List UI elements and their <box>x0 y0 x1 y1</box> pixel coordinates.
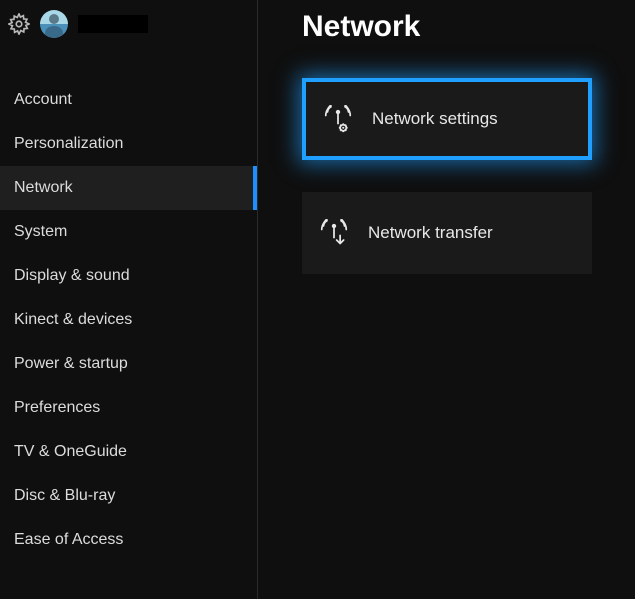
sidebar-item-label: Ease of Access <box>14 531 123 548</box>
sidebar: Account Personalization Network System D… <box>0 0 258 599</box>
sidebar-item-personalization[interactable]: Personalization <box>0 122 257 166</box>
sidebar-item-label: Personalization <box>14 135 123 152</box>
sidebar-item-account[interactable]: Account <box>0 78 257 122</box>
sidebar-item-disc-bluray[interactable]: Disc & Blu-ray <box>0 474 257 518</box>
main-panel: Network Network settings <box>258 0 635 599</box>
sidebar-item-label: System <box>14 223 67 240</box>
sidebar-header <box>0 0 257 48</box>
sidebar-item-preferences[interactable]: Preferences <box>0 386 257 430</box>
gear-icon[interactable] <box>8 13 30 35</box>
tile-network-transfer[interactable]: Network transfer <box>302 192 592 274</box>
sidebar-item-label: Account <box>14 91 72 108</box>
page-title: Network <box>302 10 635 44</box>
tile-label: Network settings <box>372 109 498 129</box>
antenna-down-icon <box>320 219 348 247</box>
sidebar-item-label: TV & OneGuide <box>14 443 127 460</box>
tile-network-settings[interactable]: Network settings <box>302 78 592 160</box>
sidebar-item-ease-of-access[interactable]: Ease of Access <box>0 518 257 562</box>
sidebar-item-label: Network <box>14 179 73 196</box>
sidebar-item-label: Preferences <box>14 399 100 416</box>
sidebar-item-network[interactable]: Network <box>0 166 257 210</box>
sidebar-item-label: Disc & Blu-ray <box>14 487 115 504</box>
tile-label: Network transfer <box>368 223 493 243</box>
sidebar-item-label: Display & sound <box>14 267 130 284</box>
tiles: Network settings Network transfer <box>302 78 635 274</box>
sidebar-item-system[interactable]: System <box>0 210 257 254</box>
sidebar-item-kinect-devices[interactable]: Kinect & devices <box>0 298 257 342</box>
antenna-gear-icon <box>324 105 352 133</box>
avatar[interactable] <box>40 10 68 38</box>
sidebar-item-display-sound[interactable]: Display & sound <box>0 254 257 298</box>
sidebar-item-tv-oneguide[interactable]: TV & OneGuide <box>0 430 257 474</box>
username-label <box>78 15 148 33</box>
sidebar-item-label: Power & startup <box>14 355 128 372</box>
sidebar-nav: Account Personalization Network System D… <box>0 78 257 562</box>
sidebar-item-label: Kinect & devices <box>14 311 132 328</box>
sidebar-item-power-startup[interactable]: Power & startup <box>0 342 257 386</box>
